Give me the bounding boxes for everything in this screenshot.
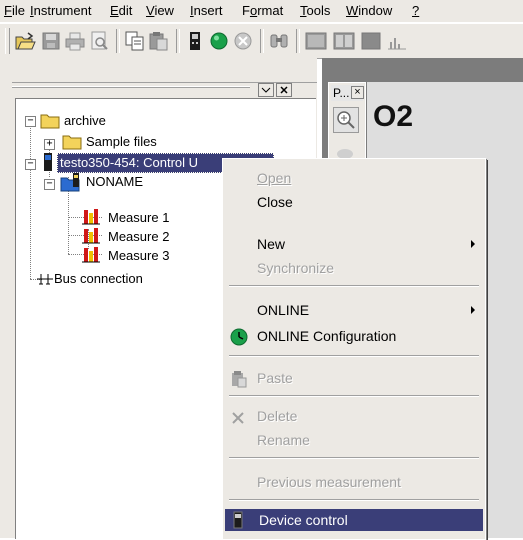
- menu-insert[interactable]: Insert: [190, 3, 223, 18]
- menu-item-open[interactable]: Open: [223, 167, 485, 189]
- tree-item-archive[interactable]: archive: [64, 113, 106, 128]
- tree-item-bus-connection[interactable]: Bus connection: [54, 271, 143, 286]
- device-folder-icon: [60, 172, 82, 195]
- menu-tools[interactable]: Tools: [300, 3, 330, 18]
- context-menu: Open Close New Synchronize ONLINE ONLINE…: [222, 158, 486, 540]
- print-icon[interactable]: [64, 30, 86, 52]
- toolbar: [0, 23, 523, 59]
- close-panel-icon[interactable]: [276, 83, 292, 97]
- copy-icon[interactable]: [124, 30, 146, 52]
- menu-format[interactable]: Format: [242, 3, 283, 18]
- tree-item-device-label: testo350-454: Control U: [60, 155, 199, 170]
- folder-icon: [62, 132, 82, 153]
- toolbar-grip[interactable]: [5, 28, 10, 54]
- collapse-device-icon[interactable]: −: [25, 159, 36, 170]
- menu-separator: [229, 499, 479, 501]
- menu-separator: [229, 285, 479, 287]
- delete-icon: [231, 409, 245, 431]
- device-control-icon[interactable]: [184, 30, 206, 52]
- view-full-icon[interactable]: [360, 30, 382, 52]
- online-green-icon[interactable]: [208, 30, 230, 52]
- palette-title: P...: [333, 86, 350, 100]
- toolbar-separator: [176, 29, 180, 53]
- zoom-in-icon[interactable]: [333, 107, 359, 133]
- online-config-icon: [230, 328, 248, 352]
- measure-chart-icon: [82, 207, 102, 228]
- view-single-icon[interactable]: [304, 30, 328, 52]
- print-preview-icon[interactable]: [88, 30, 110, 52]
- palette-close-icon[interactable]: ×: [351, 86, 364, 99]
- stop-icon[interactable]: [232, 30, 254, 52]
- submenu-arrow-icon: [471, 306, 475, 314]
- menu-instrument[interactable]: Instrument: [30, 3, 91, 18]
- menu-item-delete[interactable]: Delete: [223, 405, 485, 427]
- device-icon: [42, 152, 54, 175]
- menu-view[interactable]: View: [146, 3, 174, 18]
- open-folder-icon[interactable]: [14, 30, 36, 52]
- device-control-icon: [232, 511, 244, 535]
- tree-line: [30, 121, 31, 279]
- tree-item-measure-1[interactable]: Measure 1: [108, 210, 169, 225]
- toolbar-separator: [260, 29, 264, 53]
- menu-item-close[interactable]: Close: [223, 191, 485, 213]
- collapse-noname-icon[interactable]: −: [44, 179, 55, 190]
- menu-item-paste[interactable]: Paste: [223, 367, 485, 389]
- menu-item-previous-measurement[interactable]: Previous measurement: [223, 471, 485, 493]
- panel-grip[interactable]: [12, 86, 250, 88]
- submenu-arrow-icon: [471, 240, 475, 248]
- folder-icon: [40, 111, 60, 132]
- left-border: [0, 58, 12, 538]
- menu-separator: [229, 395, 479, 397]
- menu-separator: [229, 355, 479, 357]
- measure-chart-icon: [82, 226, 102, 247]
- save-icon[interactable]: [40, 30, 62, 52]
- expand-sample-files-icon[interactable]: +: [44, 139, 55, 150]
- menu-edit[interactable]: Edit: [110, 3, 132, 18]
- toolbar-separator: [296, 29, 300, 53]
- tree-item-sample-files[interactable]: Sample files: [86, 134, 157, 149]
- measure-chart-icon: [82, 245, 102, 266]
- palette-titlebar: P... ×: [331, 85, 364, 101]
- menu-item-device-control[interactable]: Device control: [225, 509, 483, 531]
- paste-icon: [230, 370, 248, 394]
- binoculars-icon[interactable]: [268, 30, 290, 52]
- menu-window[interactable]: Window: [346, 3, 392, 18]
- tree-item-measure-3[interactable]: Measure 3: [108, 248, 169, 263]
- menu-help[interactable]: ?: [412, 3, 419, 18]
- menu-separator: [229, 457, 479, 459]
- tree-item-measure-2[interactable]: Measure 2: [108, 229, 169, 244]
- paste-icon[interactable]: [148, 30, 170, 52]
- collapse-archive-icon[interactable]: −: [25, 116, 36, 127]
- view-split-icon[interactable]: [332, 30, 356, 52]
- bus-connection-icon: [36, 272, 54, 289]
- menu-item-new[interactable]: New: [223, 233, 485, 255]
- menu-item-synchronize[interactable]: Synchronize: [223, 257, 485, 279]
- menu-item-online[interactable]: ONLINE: [223, 299, 485, 321]
- menu-item-online-configuration[interactable]: ONLINE Configuration: [223, 325, 485, 347]
- tree-item-noname[interactable]: NONAME: [86, 174, 143, 189]
- minimize-panel-icon[interactable]: [258, 83, 274, 97]
- toolbar-separator: [116, 29, 120, 53]
- menu-bar: File Instrument Edit View Insert Format …: [0, 0, 523, 22]
- menu-file[interactable]: File: [4, 3, 25, 18]
- menu-item-rename[interactable]: Rename: [223, 429, 485, 451]
- bar-chart-icon[interactable]: [386, 30, 408, 52]
- o2-label: O2: [373, 100, 414, 133]
